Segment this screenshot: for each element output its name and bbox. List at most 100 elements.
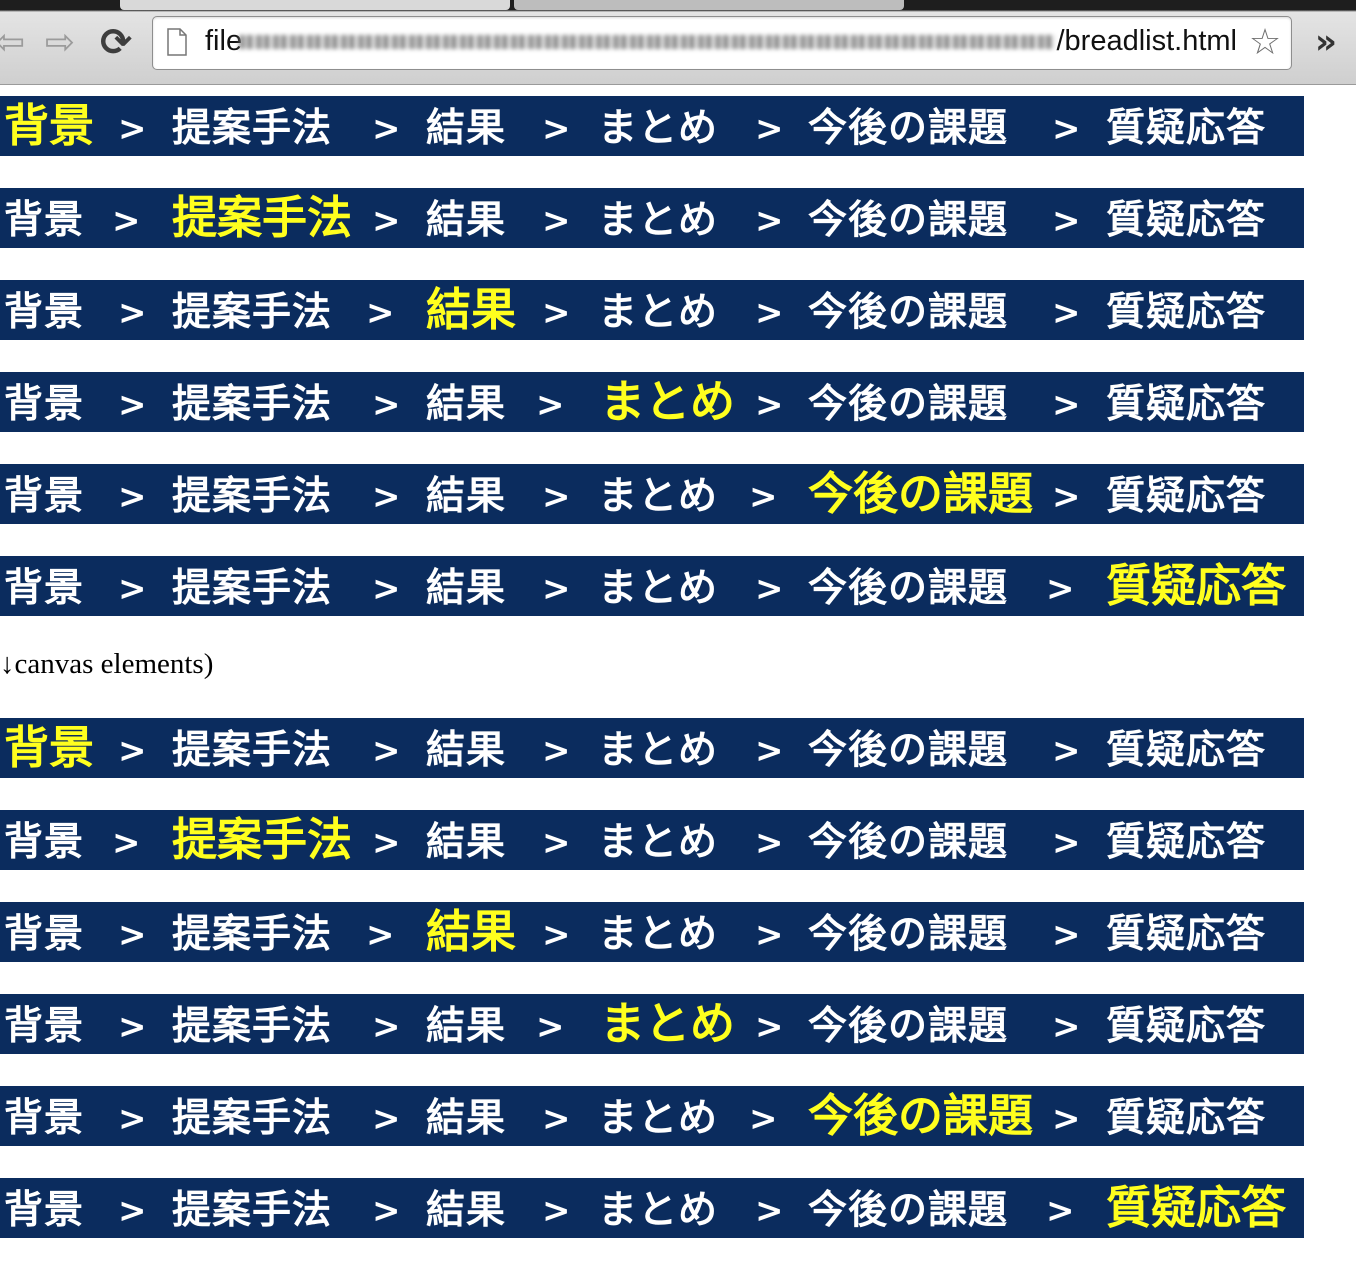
- breadcrumb-item[interactable]: 質疑応答: [1106, 464, 1266, 524]
- breadcrumb-separator: >: [749, 1099, 778, 1139]
- breadcrumb-separator: >: [542, 1191, 571, 1231]
- breadcrumb-item[interactable]: 今後の課題: [808, 280, 1008, 340]
- breadcrumb-item-current[interactable]: まとめ: [600, 372, 735, 432]
- breadcrumb-item[interactable]: 結果: [426, 556, 506, 616]
- breadcrumb-item[interactable]: 今後の課題: [808, 188, 1008, 248]
- breadcrumb-item[interactable]: 質疑応答: [1106, 96, 1266, 156]
- breadcrumb-item[interactable]: まとめ: [598, 464, 718, 524]
- breadcrumb-item[interactable]: 背景: [4, 280, 84, 340]
- breadcrumb-separator: >: [1052, 1099, 1081, 1139]
- breadcrumb-item[interactable]: 今後の課題: [808, 810, 1008, 870]
- breadcrumb-item[interactable]: 提案手法: [172, 1086, 332, 1146]
- breadcrumb-item-current[interactable]: まとめ: [600, 994, 735, 1054]
- breadcrumb-item[interactable]: 結果: [426, 1178, 506, 1238]
- breadcrumb-item[interactable]: 提案手法: [172, 96, 332, 156]
- bookmark-star-icon[interactable]: ☆: [1245, 23, 1285, 63]
- address-bar[interactable]: file /breadlist.html ☆: [152, 16, 1292, 70]
- breadcrumb-item[interactable]: 背景: [4, 810, 84, 870]
- breadcrumb-item[interactable]: 提案手法: [172, 556, 332, 616]
- breadcrumb-item[interactable]: 今後の課題: [808, 1178, 1008, 1238]
- breadcrumb-separator: >: [118, 569, 147, 609]
- breadcrumb-item[interactable]: 提案手法: [172, 372, 332, 432]
- breadcrumb-item[interactable]: まとめ: [598, 718, 718, 778]
- breadcrumb-item[interactable]: 結果: [426, 718, 506, 778]
- breadcrumb-item[interactable]: 今後の課題: [808, 96, 1008, 156]
- breadcrumb-item-current[interactable]: 質疑応答: [1106, 1178, 1286, 1238]
- breadcrumb-item[interactable]: 背景: [4, 902, 84, 962]
- breadcrumb-item-current[interactable]: 質疑応答: [1106, 556, 1286, 616]
- breadcrumb-item[interactable]: 提案手法: [172, 280, 332, 340]
- breadcrumb-item[interactable]: 結果: [426, 810, 506, 870]
- breadcrumb-item[interactable]: 提案手法: [172, 902, 332, 962]
- breadcrumb-separator: >: [372, 1007, 401, 1047]
- breadcrumb-item[interactable]: 質疑応答: [1106, 902, 1266, 962]
- breadcrumb-separator: >: [372, 477, 401, 517]
- breadcrumb-item[interactable]: 今後の課題: [808, 718, 1008, 778]
- breadcrumb-item[interactable]: 結果: [426, 188, 506, 248]
- breadcrumb-separator: >: [1052, 109, 1081, 149]
- breadcrumb-item[interactable]: まとめ: [598, 902, 718, 962]
- breadcrumb-item[interactable]: 今後の課題: [808, 994, 1008, 1054]
- tab[interactable]: [120, 0, 510, 10]
- breadcrumb-item[interactable]: 質疑応答: [1106, 718, 1266, 778]
- breadcrumb-item[interactable]: 質疑応答: [1106, 372, 1266, 432]
- breadcrumb-separator: >: [1046, 569, 1075, 609]
- breadcrumb-item[interactable]: 背景: [4, 994, 84, 1054]
- breadcrumb-separator: >: [542, 823, 571, 863]
- breadcrumb-separator: >: [372, 731, 401, 771]
- breadcrumb-item[interactable]: 背景: [4, 1086, 84, 1146]
- breadcrumb-item[interactable]: 背景: [4, 188, 84, 248]
- breadcrumb-item-current[interactable]: 今後の課題: [808, 1086, 1033, 1146]
- breadcrumb-item-current[interactable]: 背景: [4, 718, 94, 778]
- breadcrumb-item[interactable]: 提案手法: [172, 464, 332, 524]
- breadcrumb-item[interactable]: 背景: [4, 372, 84, 432]
- breadcrumb-item[interactable]: 提案手法: [172, 1178, 332, 1238]
- breadcrumb-item[interactable]: 質疑応答: [1106, 1086, 1266, 1146]
- breadcrumb-item[interactable]: 今後の課題: [808, 556, 1008, 616]
- breadcrumb-item-current[interactable]: 背景: [4, 96, 94, 156]
- breadcrumb-item[interactable]: 提案手法: [172, 994, 332, 1054]
- breadcrumb-item[interactable]: まとめ: [598, 810, 718, 870]
- breadcrumb-item[interactable]: まとめ: [598, 280, 718, 340]
- reload-button[interactable]: ⟳: [94, 20, 138, 64]
- breadcrumb-bar: 背景 提案手法 結果 まとめ 今後の課題 質疑応答 > > > > >: [0, 718, 1304, 778]
- breadcrumb-item[interactable]: まとめ: [598, 188, 718, 248]
- breadcrumb-item[interactable]: 結果: [426, 96, 506, 156]
- breadcrumb-item[interactable]: 結果: [426, 464, 506, 524]
- breadcrumb-item[interactable]: 質疑応答: [1106, 994, 1266, 1054]
- breadcrumb-item-current[interactable]: 提案手法: [172, 188, 352, 248]
- breadcrumb-item-current[interactable]: 結果: [426, 280, 516, 340]
- breadcrumb-separator: >: [118, 731, 147, 771]
- breadcrumb-item[interactable]: 結果: [426, 1086, 506, 1146]
- breadcrumb-item[interactable]: 質疑応答: [1106, 188, 1266, 248]
- breadcrumb-item[interactable]: 背景: [4, 1178, 84, 1238]
- breadcrumb-item[interactable]: まとめ: [598, 96, 718, 156]
- breadcrumb-item[interactable]: 結果: [426, 372, 506, 432]
- breadcrumb-item[interactable]: 今後の課題: [808, 902, 1008, 962]
- overflow-chevron-icon[interactable]: »: [1306, 22, 1346, 62]
- breadcrumb-separator: >: [542, 477, 571, 517]
- tab[interactable]: [514, 0, 904, 10]
- breadcrumb-item[interactable]: 提案手法: [172, 718, 332, 778]
- breadcrumb-item[interactable]: 結果: [426, 994, 506, 1054]
- breadcrumb-item[interactable]: まとめ: [598, 1086, 718, 1146]
- breadcrumb-separator: >: [112, 201, 141, 241]
- breadcrumb-separator: >: [542, 109, 571, 149]
- breadcrumb-separator: >: [536, 385, 565, 425]
- back-button[interactable]: ⇦: [0, 20, 32, 64]
- breadcrumb-separator: >: [1052, 385, 1081, 425]
- breadcrumb-item[interactable]: 今後の課題: [808, 372, 1008, 432]
- breadcrumb-item[interactable]: 背景: [4, 556, 84, 616]
- breadcrumb-item-current[interactable]: 提案手法: [172, 810, 352, 870]
- breadcrumb-item[interactable]: まとめ: [598, 556, 718, 616]
- breadcrumb-separator: >: [749, 477, 778, 517]
- breadcrumb-item[interactable]: 質疑応答: [1106, 280, 1266, 340]
- breadcrumb-item[interactable]: 背景: [4, 464, 84, 524]
- breadcrumb-item[interactable]: 質疑応答: [1106, 810, 1266, 870]
- breadcrumb-separator: >: [1052, 201, 1081, 241]
- browser-toolbar: ⇦ ⇨ ⟳ file /breadlist.html ☆ »: [0, 0, 1356, 85]
- breadcrumb-item[interactable]: まとめ: [598, 1178, 718, 1238]
- breadcrumb-item-current[interactable]: 結果: [426, 902, 516, 962]
- breadcrumb-item-current[interactable]: 今後の課題: [808, 464, 1033, 524]
- forward-button[interactable]: ⇨: [38, 20, 82, 64]
